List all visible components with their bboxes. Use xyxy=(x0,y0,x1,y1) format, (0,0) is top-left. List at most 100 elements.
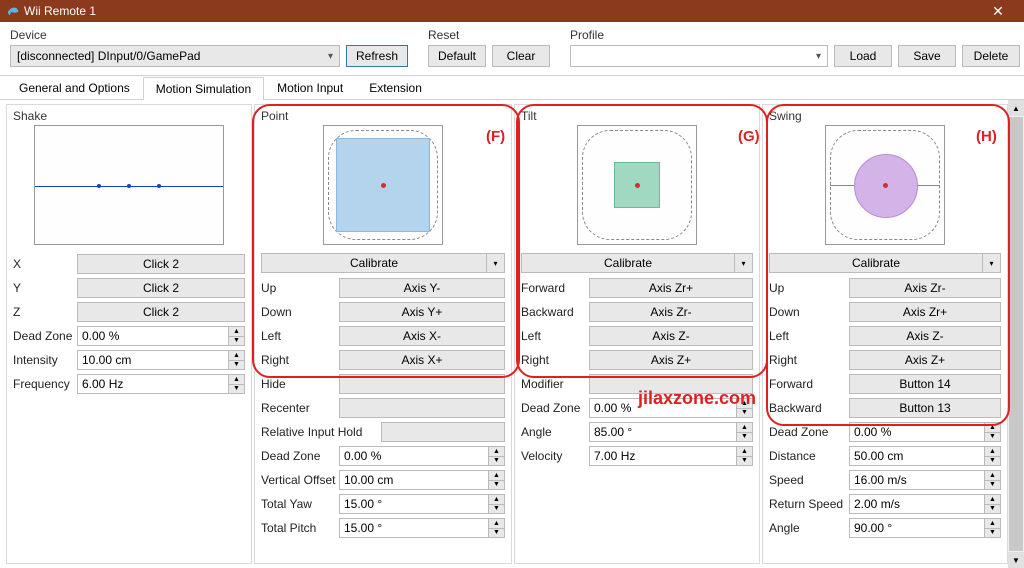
swing-spin-down-9[interactable]: ▼ xyxy=(985,505,1000,514)
swing-label-9: Return Speed xyxy=(769,497,849,511)
point-label-6: Relative Input Hold xyxy=(261,425,381,439)
shake-spin-down-3[interactable]: ▼ xyxy=(229,337,244,346)
swing-input-10[interactable]: 90.00 °▲▼ xyxy=(849,518,1001,538)
point-map-1[interactable]: Axis Y+ xyxy=(339,302,505,322)
panel-scrollbar[interactable]: ▲ ▼ xyxy=(1008,100,1024,568)
shake-spin-up-3[interactable]: ▲ xyxy=(229,327,244,337)
tilt-input-6[interactable]: 85.00 °▲▼ xyxy=(589,422,753,442)
shake-input-5[interactable]: 6.00 Hz▲▼ xyxy=(77,374,245,394)
point-spin-down-9[interactable]: ▼ xyxy=(489,505,504,514)
tilt-spin-down-7[interactable]: ▼ xyxy=(737,457,752,466)
shake-spin-down-4[interactable]: ▼ xyxy=(229,361,244,370)
swing-spin-up-8[interactable]: ▲ xyxy=(985,471,1000,481)
swing-input-9[interactable]: 2.00 m/s▲▼ xyxy=(849,494,1001,514)
swing-spin-down-6[interactable]: ▼ xyxy=(985,433,1000,442)
tilt-spin-up-5[interactable]: ▲ xyxy=(737,399,752,409)
shake-title: Shake xyxy=(13,109,245,123)
point-spin-down-10[interactable]: ▼ xyxy=(489,529,504,538)
tilt-input-5[interactable]: 0.00 %▲▼ xyxy=(589,398,753,418)
point-input-9[interactable]: 15.00 °▲▼ xyxy=(339,494,505,514)
tilt-label-1: Backward xyxy=(521,305,589,319)
clear-button[interactable]: Clear xyxy=(492,45,550,67)
close-button[interactable]: ✕ xyxy=(978,3,1018,20)
default-button[interactable]: Default xyxy=(428,45,486,67)
point-map-3[interactable]: Axis X+ xyxy=(339,350,505,370)
point-spin-up-8[interactable]: ▲ xyxy=(489,471,504,481)
tilt-map-2[interactable]: Axis Z- xyxy=(589,326,753,346)
tilt-input-7[interactable]: 7.00 Hz▲▼ xyxy=(589,446,753,466)
load-button[interactable]: Load xyxy=(834,45,892,67)
swing-title: Swing xyxy=(769,109,1001,123)
profile-combo[interactable] xyxy=(570,45,828,67)
point-viz xyxy=(323,125,443,245)
tab-extension[interactable]: Extension xyxy=(356,76,435,99)
shake-spin-down-5[interactable]: ▼ xyxy=(229,385,244,394)
point-map-6[interactable] xyxy=(381,422,505,442)
swing-map-5[interactable]: Button 13 xyxy=(849,398,1001,418)
swing-map-3[interactable]: Axis Z+ xyxy=(849,350,1001,370)
point-map-2[interactable]: Axis X- xyxy=(339,326,505,346)
swing-map-0[interactable]: Axis Zr- xyxy=(849,278,1001,298)
tilt-map-3[interactable]: Axis Z+ xyxy=(589,350,753,370)
point-map-0[interactable]: Axis Y- xyxy=(339,278,505,298)
swing-spin-up-9[interactable]: ▲ xyxy=(985,495,1000,505)
swing-input-6[interactable]: 0.00 %▲▼ xyxy=(849,422,1001,442)
shake-map-0[interactable]: Click 2 xyxy=(77,254,245,274)
shake-map-2[interactable]: Click 2 xyxy=(77,302,245,322)
point-spin-down-7[interactable]: ▼ xyxy=(489,457,504,466)
point-calibrate[interactable]: Calibrate xyxy=(261,253,487,273)
swing-label-0: Up xyxy=(769,281,849,295)
tilt-spin-up-7[interactable]: ▲ xyxy=(737,447,752,457)
swing-input-7[interactable]: 50.00 cm▲▼ xyxy=(849,446,1001,466)
point-input-7[interactable]: 0.00 %▲▼ xyxy=(339,446,505,466)
swing-spin-up-10[interactable]: ▲ xyxy=(985,519,1000,529)
save-button[interactable]: Save xyxy=(898,45,956,67)
swing-calibrate[interactable]: Calibrate xyxy=(769,253,983,273)
swing-spin-down-7[interactable]: ▼ xyxy=(985,457,1000,466)
shake-label-3: Dead Zone xyxy=(13,329,77,343)
swing-map-4[interactable]: Button 14 xyxy=(849,374,1001,394)
shake-map-1[interactable]: Click 2 xyxy=(77,278,245,298)
tilt-label-7: Velocity xyxy=(521,449,589,463)
shake-input-3[interactable]: 0.00 %▲▼ xyxy=(77,326,245,346)
tilt-map-4[interactable] xyxy=(589,374,753,394)
tab-motion-simulation[interactable]: Motion Simulation xyxy=(143,77,264,100)
tilt-calibrate[interactable]: Calibrate xyxy=(521,253,735,273)
swing-spin-down-10[interactable]: ▼ xyxy=(985,529,1000,538)
swing-spin-down-8[interactable]: ▼ xyxy=(985,481,1000,490)
tab-general[interactable]: General and Options xyxy=(6,76,143,99)
tilt-calibrate-dd[interactable]: ▾ xyxy=(735,253,753,273)
point-spin-up-9[interactable]: ▲ xyxy=(489,495,504,505)
tilt-map-1[interactable]: Axis Zr- xyxy=(589,302,753,322)
shake-input-4[interactable]: 10.00 cm▲▼ xyxy=(77,350,245,370)
scroll-down[interactable]: ▼ xyxy=(1008,552,1024,568)
point-calibrate-dd[interactable]: ▾ xyxy=(487,253,505,273)
swing-map-2[interactable]: Axis Z- xyxy=(849,326,1001,346)
shake-spin-up-4[interactable]: ▲ xyxy=(229,351,244,361)
tilt-spin-up-6[interactable]: ▲ xyxy=(737,423,752,433)
point-map-4[interactable] xyxy=(339,374,505,394)
tilt-spin-down-5[interactable]: ▼ xyxy=(737,409,752,418)
swing-spin-up-6[interactable]: ▲ xyxy=(985,423,1000,433)
swing-calibrate-dd[interactable]: ▾ xyxy=(983,253,1001,273)
device-combo[interactable]: [disconnected] DInput/0/GamePad xyxy=(10,45,340,67)
shake-spin-up-5[interactable]: ▲ xyxy=(229,375,244,385)
point-spin-down-8[interactable]: ▼ xyxy=(489,481,504,490)
tilt-label-3: Right xyxy=(521,353,589,367)
point-map-5[interactable] xyxy=(339,398,505,418)
swing-map-1[interactable]: Axis Zr+ xyxy=(849,302,1001,322)
swing-spin-up-7[interactable]: ▲ xyxy=(985,447,1000,457)
refresh-button[interactable]: Refresh xyxy=(346,45,408,67)
swing-input-8[interactable]: 16.00 m/s▲▼ xyxy=(849,470,1001,490)
point-spin-up-7[interactable]: ▲ xyxy=(489,447,504,457)
tab-motion-input[interactable]: Motion Input xyxy=(264,76,356,99)
point-label-10: Total Pitch xyxy=(261,521,339,535)
point-input-10[interactable]: 15.00 °▲▼ xyxy=(339,518,505,538)
delete-button[interactable]: Delete xyxy=(962,45,1020,67)
tilt-spin-down-6[interactable]: ▼ xyxy=(737,433,752,442)
point-spin-up-10[interactable]: ▲ xyxy=(489,519,504,529)
point-input-8[interactable]: 10.00 cm▲▼ xyxy=(339,470,505,490)
scroll-up[interactable]: ▲ xyxy=(1008,100,1024,116)
scroll-thumb[interactable] xyxy=(1009,117,1023,551)
tilt-map-0[interactable]: Axis Zr+ xyxy=(589,278,753,298)
